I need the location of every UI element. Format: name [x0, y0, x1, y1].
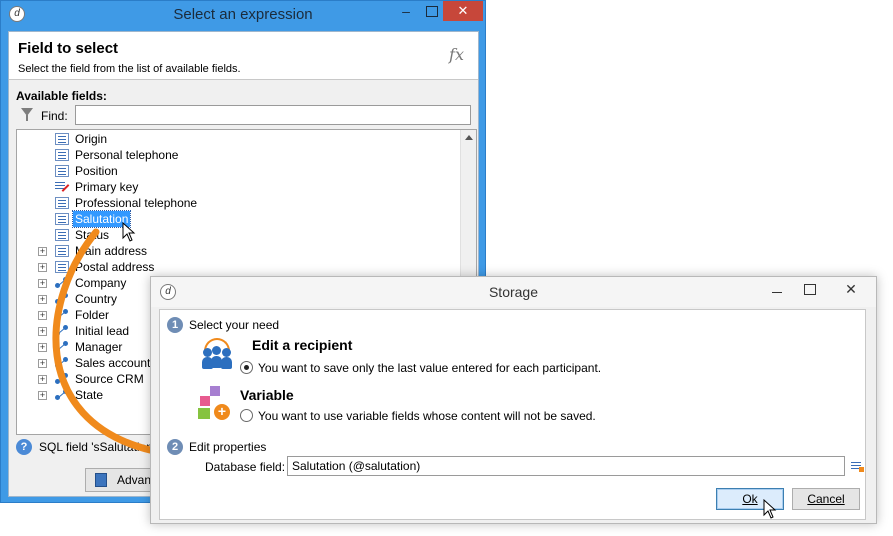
link-icon: [55, 357, 69, 369]
field-icon: [55, 245, 69, 257]
tree-item[interactable]: + Main address: [17, 243, 457, 259]
recipient-group-icon: [200, 338, 234, 370]
mouse-cursor-icon: [122, 222, 136, 242]
tree-item-label: Status: [75, 228, 110, 242]
step-2-badge: 2: [167, 439, 183, 455]
field-icon: [55, 229, 69, 241]
cancel-button[interactable]: Cancel: [792, 488, 860, 510]
tree-item-label: Position: [75, 164, 118, 178]
storage-close-button[interactable]: ✕: [841, 281, 861, 297]
tree-item[interactable]: Primary key: [17, 179, 457, 195]
expand-icon[interactable]: +: [38, 327, 47, 336]
tree-item-label: Postal address: [75, 260, 155, 274]
tree-item-label: Main address: [75, 244, 148, 258]
tree-item[interactable]: Salutation: [17, 210, 457, 228]
tree-item-label: Source CRM: [75, 372, 144, 386]
expand-icon[interactable]: +: [38, 391, 47, 400]
maximize-button[interactable]: [421, 1, 443, 23]
panel-subtitle: Select the field from the list of availa…: [18, 63, 241, 75]
field-icon: [55, 165, 69, 177]
find-label: Find:: [41, 109, 68, 123]
field-icon: [55, 149, 69, 161]
tree-item-label: Origin: [75, 132, 108, 146]
step-1-badge: 1: [167, 317, 183, 333]
field-picker-icon[interactable]: [849, 459, 865, 475]
link-icon: [55, 389, 69, 401]
tree-item-label: Personal telephone: [75, 148, 179, 162]
close-button[interactable]: ✕: [443, 1, 483, 21]
tree-item[interactable]: + Postal address: [17, 259, 457, 275]
expand-icon[interactable]: +: [38, 263, 47, 272]
storage-title-bar[interactable]: d Storage ✕: [151, 277, 876, 307]
link-icon: [55, 341, 69, 353]
tree-item-label: Professional telephone: [75, 196, 198, 210]
database-field-input[interactable]: Salutation (@salutation): [287, 456, 845, 476]
advanced-button-label: Advan: [117, 473, 152, 487]
expand-icon[interactable]: +: [38, 359, 47, 368]
mouse-cursor-icon: [763, 499, 777, 519]
header-panel: Field to select Select the field from th…: [9, 32, 478, 80]
expand-icon[interactable]: +: [38, 343, 47, 352]
filter-icon: [21, 108, 33, 121]
option-recipient-title: Edit a recipient: [252, 337, 353, 353]
tree-item-label: Sales account: [75, 356, 151, 370]
tree-item-label: Company: [75, 276, 127, 290]
storage-minimize-button[interactable]: [771, 285, 785, 295]
storage-dialog: d Storage ✕ 1 Select your need Edit a re…: [150, 276, 877, 524]
tree-item-label: Initial lead: [75, 324, 130, 338]
option-variable-title: Variable: [240, 387, 294, 403]
minimize-button[interactable]: –: [391, 1, 421, 23]
variable-radio[interactable]: [240, 409, 253, 422]
panel-title: Field to select: [18, 40, 119, 57]
advanced-icon: [95, 473, 107, 487]
storage-panel: 1 Select your need Edit a recipient You …: [159, 309, 866, 520]
storage-maximize-button[interactable]: [803, 283, 817, 295]
variable-icon: +: [198, 386, 234, 420]
link-icon: [55, 373, 69, 385]
find-input[interactable]: [75, 105, 471, 125]
link-icon: [55, 293, 69, 305]
tree-item-label: Primary key: [75, 180, 139, 194]
expand-icon[interactable]: +: [38, 247, 47, 256]
database-field-label: Database field:: [205, 460, 286, 474]
expand-icon[interactable]: +: [38, 375, 47, 384]
field-icon: [55, 261, 69, 273]
variable-description[interactable]: You want to use variable fields whose co…: [258, 409, 596, 423]
tree-item-label: Folder: [75, 308, 110, 322]
field-icon: [55, 197, 69, 209]
help-icon: ?: [16, 439, 32, 455]
tree-item-label: State: [75, 388, 104, 402]
field-icon: [55, 133, 69, 145]
fx-icon[interactable]: fx: [449, 45, 464, 64]
recipient-radio[interactable]: [240, 361, 253, 374]
tree-item[interactable]: Personal telephone: [17, 147, 457, 163]
step-2-label: Edit properties: [189, 440, 267, 454]
title-bar[interactable]: d Select an expression – ✕: [1, 1, 485, 29]
link-icon: [55, 309, 69, 321]
step-1-label: Select your need: [189, 318, 280, 332]
ok-button-label: Ok: [742, 492, 758, 506]
storage-title: Storage: [488, 284, 539, 300]
tree-item[interactable]: Professional telephone: [17, 195, 457, 211]
tree-item[interactable]: Status: [17, 227, 457, 243]
expand-icon[interactable]: +: [38, 295, 47, 304]
cancel-button-label: Cancel: [807, 492, 845, 506]
link-icon: [55, 325, 69, 337]
expand-icon[interactable]: +: [38, 311, 47, 320]
expand-icon[interactable]: +: [38, 279, 47, 288]
field-icon: [55, 213, 69, 225]
tree-item-label: Manager: [75, 340, 123, 354]
tree-item[interactable]: Origin: [17, 131, 457, 147]
tree-item-label: Country: [75, 292, 118, 306]
sql-field-text: SQL field 'sSalutation: [39, 440, 153, 454]
recipient-description[interactable]: You want to save only the last value ent…: [258, 361, 601, 375]
available-fields-label: Available fields:: [16, 89, 107, 103]
scroll-up-icon[interactable]: [465, 135, 473, 140]
tree-item[interactable]: Position: [17, 163, 457, 179]
link-icon: [55, 277, 69, 289]
primary-key-icon: [55, 181, 69, 193]
